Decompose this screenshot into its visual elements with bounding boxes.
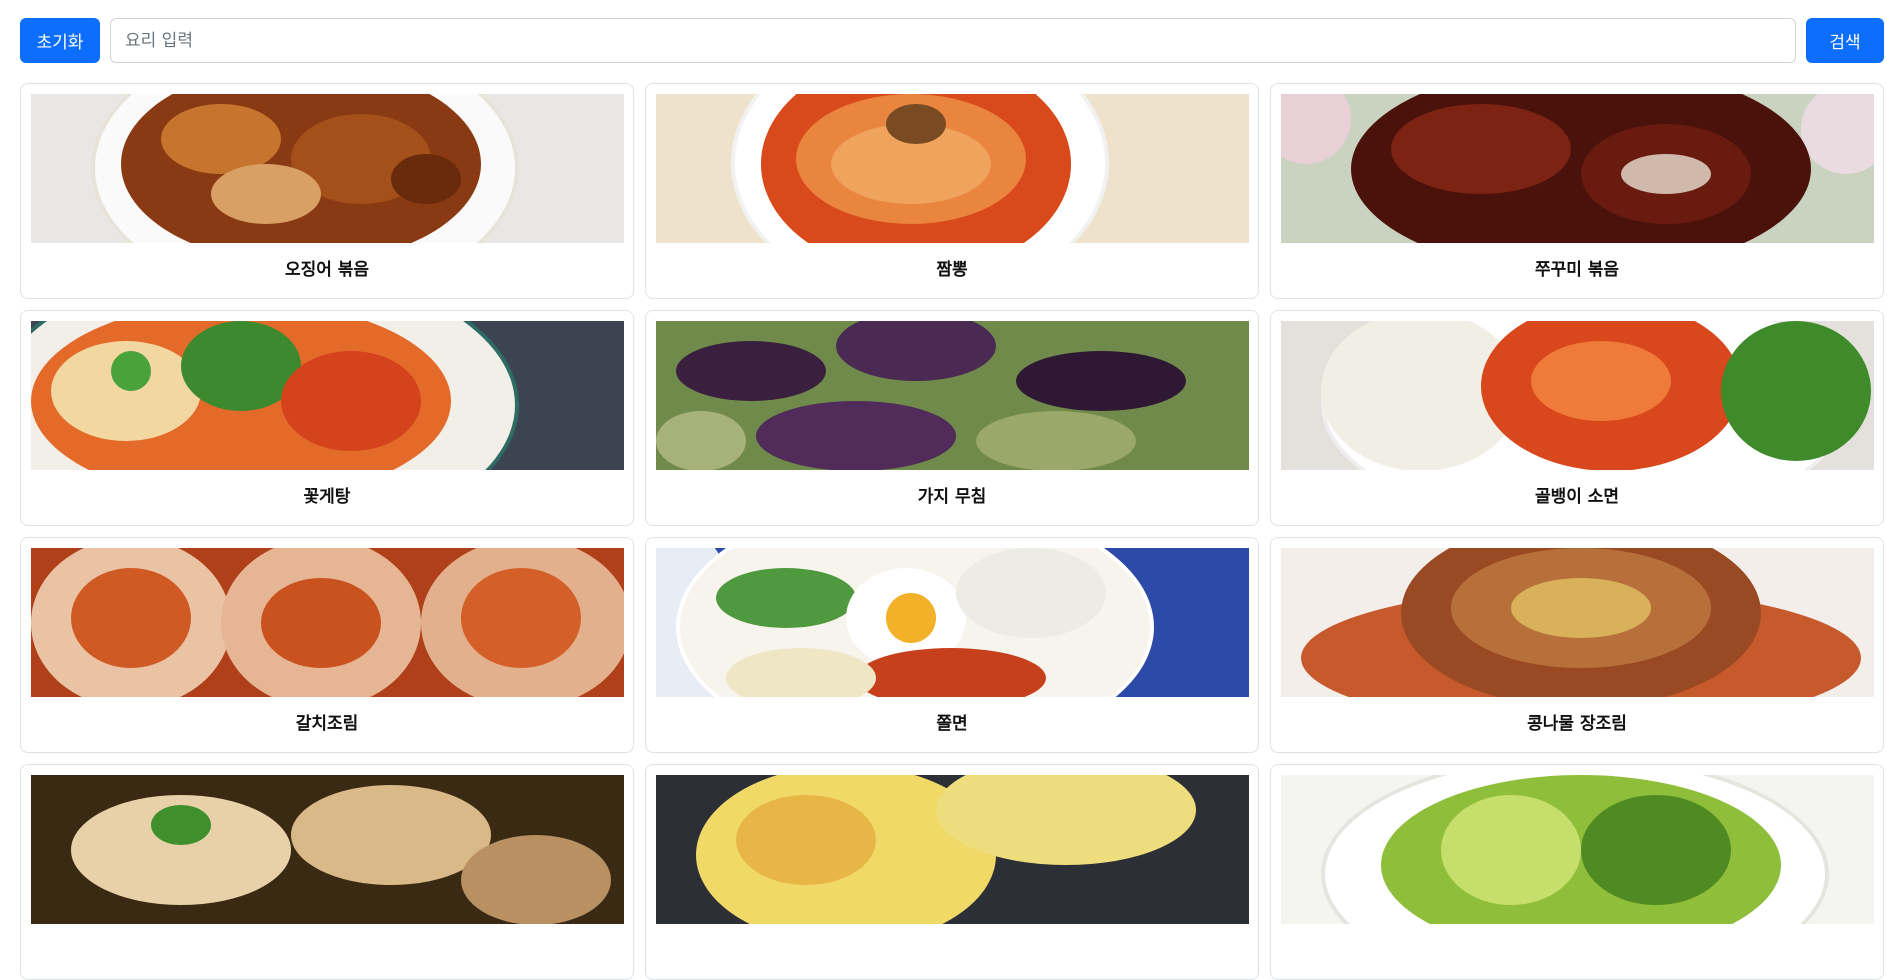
recipe-title: 쭈꾸미 볶음	[1534, 260, 1620, 280]
recipe-title: 오징어 볶음	[284, 260, 370, 280]
recipe-title	[31, 939, 623, 963]
recipe-title: 쫄면	[936, 714, 968, 734]
recipe-title: 짬뽕	[936, 260, 968, 280]
recipe-card[interactable]: 꽃게탕	[20, 310, 634, 526]
reset-button[interactable]: 초기화	[20, 18, 100, 63]
recipe-card[interactable]	[645, 764, 1259, 980]
recipe-title: 꽃게탕	[303, 487, 351, 507]
recipe-photo-webfoot-octopus-stir-fry	[1281, 94, 1874, 243]
recipe-title: 골뱅이 소면	[1534, 487, 1620, 507]
recipe-title	[656, 939, 1248, 963]
recipe-photo-jjolmyeon	[656, 548, 1249, 697]
recipe-card[interactable]: 쫄면	[645, 537, 1259, 753]
recipe-card[interactable]: 짬뽕	[645, 83, 1259, 299]
recipe-grid: 오징어 볶음 짬뽕 쭈꾸미 볶음 꽃게탕 가지 무침 골뱅이 소면 갈치조림 쫄…	[20, 83, 1885, 980]
recipe-photo-sea-snail-noodles	[1281, 321, 1874, 470]
recipe-card[interactable]: 가지 무침	[645, 310, 1259, 526]
search-toolbar: 초기화 검색	[20, 18, 1884, 63]
recipe-photo-jjamppong	[656, 94, 1249, 243]
recipe-title: 콩나물 장조림	[1527, 714, 1627, 734]
recipe-photo-zucchini-salad	[1281, 775, 1874, 924]
recipe-card[interactable]	[1270, 764, 1884, 980]
recipe-photo-eggplant-salad	[656, 321, 1249, 470]
recipe-photo-squid-stir-fry	[31, 94, 624, 243]
recipe-photo-bean-sprout-stew	[1281, 548, 1874, 697]
recipe-card[interactable]: 오징어 볶음	[20, 83, 634, 299]
search-button[interactable]: 검색	[1806, 18, 1884, 63]
recipe-title	[1281, 939, 1873, 963]
recipe-card[interactable]: 갈치조림	[20, 537, 634, 753]
recipe-card[interactable]	[20, 764, 634, 980]
recipe-photo-crab-stew	[31, 321, 624, 470]
recipe-photo-egg-pancake	[656, 775, 1249, 924]
recipe-search-input[interactable]	[110, 18, 1796, 63]
recipe-card[interactable]: 콩나물 장조림	[1270, 537, 1884, 753]
recipe-card[interactable]: 쭈꾸미 볶음	[1270, 83, 1884, 299]
recipe-photo-braised-mushroom	[31, 775, 624, 924]
recipe-card[interactable]: 골뱅이 소면	[1270, 310, 1884, 526]
recipe-photo-braised-hairtail	[31, 548, 624, 697]
recipe-title: 갈치조림	[295, 714, 359, 734]
recipe-title: 가지 무침	[917, 487, 987, 507]
